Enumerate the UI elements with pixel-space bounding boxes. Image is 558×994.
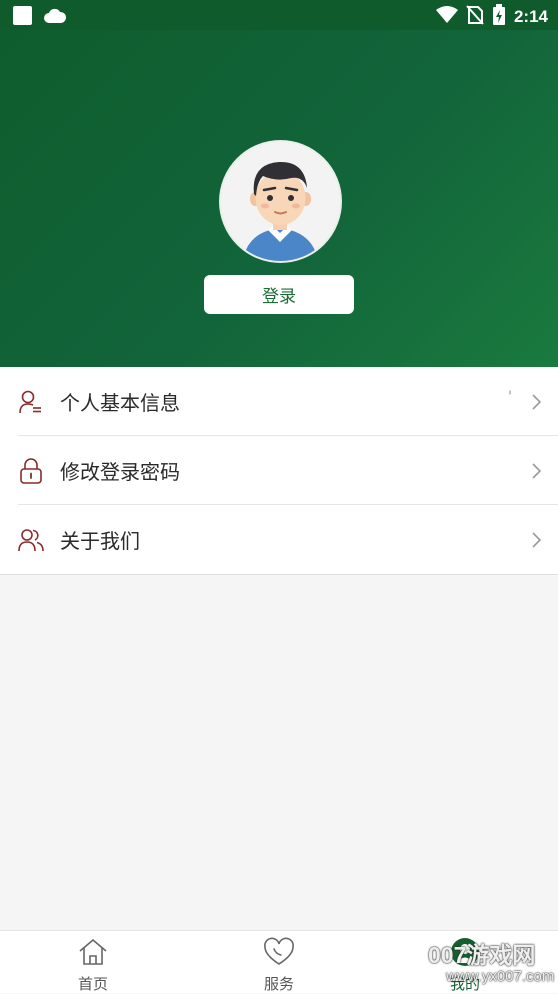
app-square-icon	[12, 5, 33, 30]
menu-item-label: 个人基本信息	[60, 391, 180, 415]
tab-label: 首页	[77, 975, 108, 993]
login-button[interactable]: 登录	[204, 275, 354, 314]
tab-home[interactable]: 首页	[0, 931, 186, 993]
watermark-sub: www.yx007.com	[446, 968, 555, 985]
no-sim-icon	[466, 4, 484, 29]
tab-service[interactable]: 服务	[186, 931, 372, 993]
status-time: 2:14	[513, 6, 548, 26]
users-icon	[18, 527, 44, 553]
home-icon	[76, 937, 110, 967]
profile-header: 登录	[0, 30, 558, 367]
service-icon	[262, 937, 296, 967]
menu-item-label: 关于我们	[60, 529, 140, 553]
menu-item-personal-info[interactable]: 个人基本信息 '	[0, 367, 558, 436]
avatar[interactable]	[219, 140, 342, 263]
menu-item-extra: '	[508, 389, 512, 405]
lock-icon	[18, 458, 44, 484]
watermark: 007游戏网 www.yx007.com	[426, 934, 554, 992]
battery-charging-icon	[492, 4, 506, 29]
profile-menu: 个人基本信息 ' 修改登录密码 关于我们	[0, 367, 558, 575]
avatar-illustration	[221, 142, 340, 261]
watermark-main: 007游戏网	[428, 942, 536, 968]
chevron-right-icon	[530, 531, 542, 549]
menu-item-about-us[interactable]: 关于我们	[0, 505, 558, 575]
chevron-right-icon	[530, 393, 542, 411]
tab-label: 服务	[263, 975, 294, 993]
user-info-icon	[18, 389, 44, 415]
menu-item-label: 修改登录密码	[60, 460, 180, 484]
cloud-icon	[43, 7, 67, 29]
chevron-right-icon	[530, 462, 542, 480]
status-bar: 2:14	[0, 0, 558, 30]
wifi-icon	[435, 5, 458, 28]
menu-item-change-password[interactable]: 修改登录密码	[0, 436, 558, 505]
